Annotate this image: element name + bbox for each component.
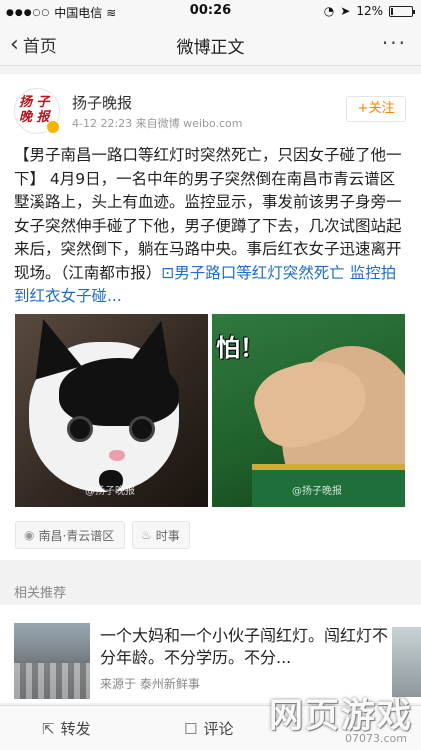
battery-icon [389,5,415,17]
site-watermark: 网页游戏 [269,696,413,736]
topic-label: 时事 [155,528,180,543]
verified-badge-icon [46,120,60,134]
page-title: 微博正文 [176,38,245,58]
post-text: 【男子南昌一路口等红灯时突然死亡，只因女子碰了他一下】 4月9日，一名中年的男子… [14,146,402,282]
post-card: 扬 子晚 报 扬子晚报 4-12 22:23 来自微博 weibo.com +关… [0,74,421,560]
repost-button[interactable]: ⇱ 转发 [42,718,91,739]
repost-label: 转发 [60,720,91,738]
comment-icon: ☐ [184,719,198,738]
more-options-button[interactable]: ··· [382,31,407,55]
navigation-bar: ‹ 首页 微博正文 ··· [0,22,421,66]
image-watermark: @扬子晚报 [85,486,135,497]
site-watermark-url: 07073.com [345,732,407,745]
location-icon: ◉ [24,528,35,542]
location-tag[interactable]: ◉ 南昌·青云谱区 [15,521,125,549]
post-image-meme[interactable]: 怕！ @扬子晚报 [212,314,405,507]
recommend-header: 相关推荐 [14,586,67,601]
status-bar: ●●●○○ 中国电信 ≋ 00:26 ◔ ➤ 12% [0,0,421,22]
repost-icon: ⇱ [42,719,55,738]
comment-label: 评论 [203,720,234,738]
location-arrow-icon: ➤ [340,4,351,18]
meme-caption: 怕！ [216,334,264,362]
battery-percent: 12% [356,4,383,18]
follow-button[interactable]: +关注 [346,96,406,122]
topic-tag[interactable]: ♨ 时事 [132,521,190,549]
flame-icon: ♨ [141,528,152,542]
lock-rotation-icon: ◔ [323,4,335,18]
recommend-thumbnail [14,623,90,699]
post-meta: 4-12 22:23 来自微博 weibo.com [72,117,243,130]
ellipsis-icon: ··· [381,31,407,55]
location-label: 南昌·青云谱区 [38,528,115,543]
post-body: 【男子南昌一路口等红灯时突然死亡，只因女子碰了他一下】 4月9日，一名中年的男子… [14,144,409,309]
web-link-icon: ⊡ [161,263,175,282]
recommend-thumbnail-partial [392,627,421,697]
recommend-title: 一个大妈和一个小伙子闯红灯。闯红灯不分年龄。不分学历。不分... [100,626,389,667]
image-watermark: @扬子晚报 [292,486,342,497]
comment-button[interactable]: ☐ 评论 [184,718,233,739]
post-image-cat[interactable]: @扬子晚报 [15,314,208,507]
author-name[interactable]: 扬子晚报 [72,92,132,113]
recommend-source: 来源于 泰州新鲜事 [100,677,200,691]
